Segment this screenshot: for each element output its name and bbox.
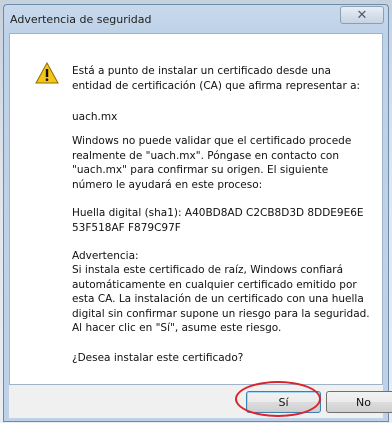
validation-text: Windows no puede validar que el certific… xyxy=(72,135,352,191)
dialog-content: Está a punto de instalar un certificado … xyxy=(9,33,383,385)
window-title: Advertencia de seguridad xyxy=(10,13,152,26)
warning-heading: Advertencia: xyxy=(72,250,139,262)
no-button[interactable]: No xyxy=(326,391,392,413)
install-question: ¿Desea instalar este certificado? xyxy=(72,352,244,364)
close-button[interactable]: ✕ xyxy=(340,6,384,24)
intro-text: Está a punto de instalar un certificado … xyxy=(72,65,361,92)
security-warning-dialog: Advertencia de seguridad ✕ Está a punto … xyxy=(3,4,392,422)
button-bar: Sí No xyxy=(9,385,392,418)
title-bar[interactable]: Advertencia de seguridad ✕ xyxy=(4,5,388,33)
thumbprint-text: Huella digital (sha1): A40BD8AD C2CB8D3D… xyxy=(72,207,364,234)
warning-body: Si instala este certificado de raíz, Win… xyxy=(72,264,370,334)
warning-icon xyxy=(35,62,59,84)
yes-button[interactable]: Sí xyxy=(246,391,321,413)
domain-text: uach.mx xyxy=(72,111,118,123)
close-icon: ✕ xyxy=(356,7,368,23)
